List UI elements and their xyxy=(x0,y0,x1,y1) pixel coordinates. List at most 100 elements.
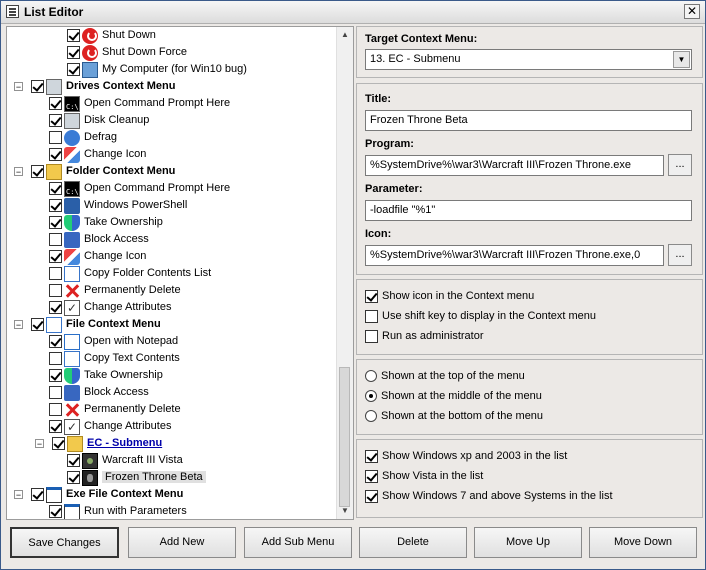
chevron-down-icon[interactable]: ▼ xyxy=(673,51,690,68)
tree-item-label[interactable]: Shut Down xyxy=(102,29,156,41)
tree-item-label[interactable]: Windows PowerShell xyxy=(84,199,187,211)
tree-item-label[interactable]: Disk Cleanup xyxy=(84,114,149,126)
show-vista-option[interactable]: Show Vista in the list xyxy=(365,468,483,484)
scroll-thumb[interactable] xyxy=(339,367,350,507)
title-input[interactable]: Frozen Throne Beta xyxy=(365,110,692,131)
tree-item-node[interactable]: Defrag xyxy=(49,129,117,146)
tree-item-node[interactable]: Open with Notepad xyxy=(49,333,178,350)
tree-checkbox[interactable] xyxy=(31,318,44,331)
tree-checkbox[interactable] xyxy=(67,46,80,59)
tree-group-node[interactable]: − Folder Context Menu xyxy=(14,163,175,180)
tree-group-node[interactable]: − Exe File Context Menu xyxy=(14,486,183,503)
position-top-option[interactable]: Shown at the top of the menu xyxy=(365,368,525,384)
tree-checkbox[interactable] xyxy=(49,114,62,127)
position-bottom-option[interactable]: Shown at the bottom of the menu xyxy=(365,408,543,424)
run-admin-option[interactable]: Run as administrator xyxy=(365,328,484,344)
move-up-button[interactable]: Move Up xyxy=(474,527,582,558)
tree-checkbox[interactable] xyxy=(49,369,62,382)
parameter-input[interactable]: -loadfile "%1" xyxy=(365,200,692,221)
tree-item-label[interactable]: Change Icon xyxy=(84,148,146,160)
tree-checkbox[interactable] xyxy=(49,284,62,297)
tree-item-node[interactable]: Frozen Throne Beta xyxy=(67,469,206,486)
tree-checkbox[interactable] xyxy=(31,165,44,178)
tree-item-label[interactable]: Permanently Delete xyxy=(84,284,181,296)
tree-item-label[interactable]: My Computer (for Win10 bug) xyxy=(102,63,247,75)
context-menu-tree[interactable]: ▲ ▼ Shut Down Shut Down Force My Computer … xyxy=(6,26,354,520)
program-browse-button[interactable]: ... xyxy=(668,154,692,176)
collapse-toggle-icon[interactable]: − xyxy=(14,167,23,177)
tree-item-label[interactable]: Change Attributes xyxy=(84,301,171,313)
collapse-toggle-icon[interactable]: − xyxy=(14,320,23,330)
tree-item-node[interactable]: Copy Text Contents xyxy=(49,350,180,367)
position-top-radio[interactable] xyxy=(365,370,377,383)
shift-key-checkbox[interactable] xyxy=(365,309,378,323)
tree-item-node[interactable]: − EC - Submenu xyxy=(35,435,162,452)
position-middle-option[interactable]: Shown at the middle of the menu xyxy=(365,388,542,404)
tree-item-node[interactable]: Change Icon xyxy=(49,248,146,265)
show-xp-checkbox[interactable] xyxy=(365,449,378,463)
tree-checkbox[interactable] xyxy=(49,148,62,161)
collapse-toggle-icon[interactable]: − xyxy=(14,82,23,92)
tree-item-node[interactable]: Open Command Prompt Here xyxy=(49,180,230,201)
tree-item-label[interactable]: Open Command Prompt Here xyxy=(84,182,230,194)
tree-checkbox[interactable] xyxy=(49,505,62,518)
tree-item-node[interactable]: Run with Parameters xyxy=(49,503,187,519)
tree-item-label[interactable]: Frozen Throne Beta xyxy=(102,471,206,483)
tree-item-node[interactable]: Permanently Delete xyxy=(49,282,181,299)
tree-item-label[interactable]: File Context Menu xyxy=(66,318,161,330)
tree-group-node[interactable]: − File Context Menu xyxy=(14,316,161,333)
move-down-button[interactable]: Move Down xyxy=(589,527,697,558)
tree-item-label[interactable]: Take Ownership xyxy=(84,216,163,228)
tree-item-label[interactable]: Take Ownership xyxy=(84,369,163,381)
tree-item-node[interactable]: My Computer (for Win10 bug) xyxy=(67,61,247,78)
tree-checkbox[interactable] xyxy=(49,267,62,280)
run-admin-checkbox[interactable] xyxy=(365,329,378,343)
tree-item-label[interactable]: Shut Down Force xyxy=(102,46,187,58)
tree-item-node[interactable]: Copy Folder Contents List xyxy=(49,265,211,282)
tree-item-node[interactable]: Windows PowerShell xyxy=(49,197,187,214)
tree-checkbox[interactable] xyxy=(31,488,44,501)
tree-checkbox[interactable] xyxy=(67,63,80,76)
target-menu-select[interactable]: 13. EC - Submenu ▼ xyxy=(365,49,692,70)
tree-group-node[interactable]: − Drives Context Menu xyxy=(14,78,175,95)
tree-checkbox[interactable] xyxy=(49,301,62,314)
icon-browse-button[interactable]: ... xyxy=(668,244,692,266)
position-bottom-radio[interactable] xyxy=(365,410,377,423)
tree-checkbox[interactable] xyxy=(49,420,62,433)
tree-item-node[interactable]: Disk Cleanup xyxy=(49,112,149,129)
tree-item-label[interactable]: Open Command Prompt Here xyxy=(84,97,230,109)
tree-checkbox[interactable] xyxy=(49,216,62,229)
scroll-up-arrow-icon[interactable]: ▲ xyxy=(337,27,353,43)
tree-checkbox[interactable] xyxy=(49,233,62,246)
tree-checkbox[interactable] xyxy=(49,386,62,399)
program-input[interactable]: %SystemDrive%\war3\Warcraft III\Frozen T… xyxy=(365,155,664,176)
tree-item-label[interactable]: Change Icon xyxy=(84,250,146,262)
tree-checkbox[interactable] xyxy=(49,335,62,348)
tree-item-node[interactable]: Change Attributes xyxy=(49,418,171,436)
add-sub-menu-button[interactable]: Add Sub Menu xyxy=(244,527,352,558)
add-new-button[interactable]: Add New xyxy=(128,527,236,558)
shift-key-option[interactable]: Use shift key to display in the Context … xyxy=(365,308,596,324)
show-icon-checkbox[interactable] xyxy=(365,289,378,303)
tree-item-node[interactable]: Shut Down xyxy=(67,27,156,44)
tree-item-label[interactable]: EC - Submenu xyxy=(87,437,162,449)
scroll-down-arrow-icon[interactable]: ▼ xyxy=(337,503,353,519)
tree-item-node[interactable]: Change Attributes xyxy=(49,299,171,317)
show-icon-option[interactable]: Show icon in the Context menu xyxy=(365,288,534,304)
tree-item-node[interactable]: Open Command Prompt Here xyxy=(49,95,230,116)
show-win7-option[interactable]: Show Windows 7 and above Systems in the … xyxy=(365,488,613,504)
save-changes-button[interactable]: Save Changes xyxy=(10,527,119,558)
tree-item-node[interactable]: Block Access xyxy=(49,384,149,401)
tree-checkbox[interactable] xyxy=(49,352,62,365)
tree-item-node[interactable]: Take Ownership xyxy=(49,367,163,384)
tree-item-label[interactable]: Open with Notepad xyxy=(84,335,178,347)
tree-item-node[interactable]: Change Icon xyxy=(49,146,146,163)
tree-item-label[interactable]: Block Access xyxy=(84,233,149,245)
tree-item-label[interactable]: Copy Folder Contents List xyxy=(84,267,211,279)
tree-checkbox[interactable] xyxy=(67,471,80,484)
tree-scrollbar[interactable]: ▲ ▼ xyxy=(336,27,353,519)
collapse-toggle-icon[interactable]: − xyxy=(35,439,44,449)
tree-item-label[interactable]: Block Access xyxy=(84,386,149,398)
collapse-toggle-icon[interactable]: − xyxy=(14,490,23,500)
tree-checkbox[interactable] xyxy=(31,80,44,93)
